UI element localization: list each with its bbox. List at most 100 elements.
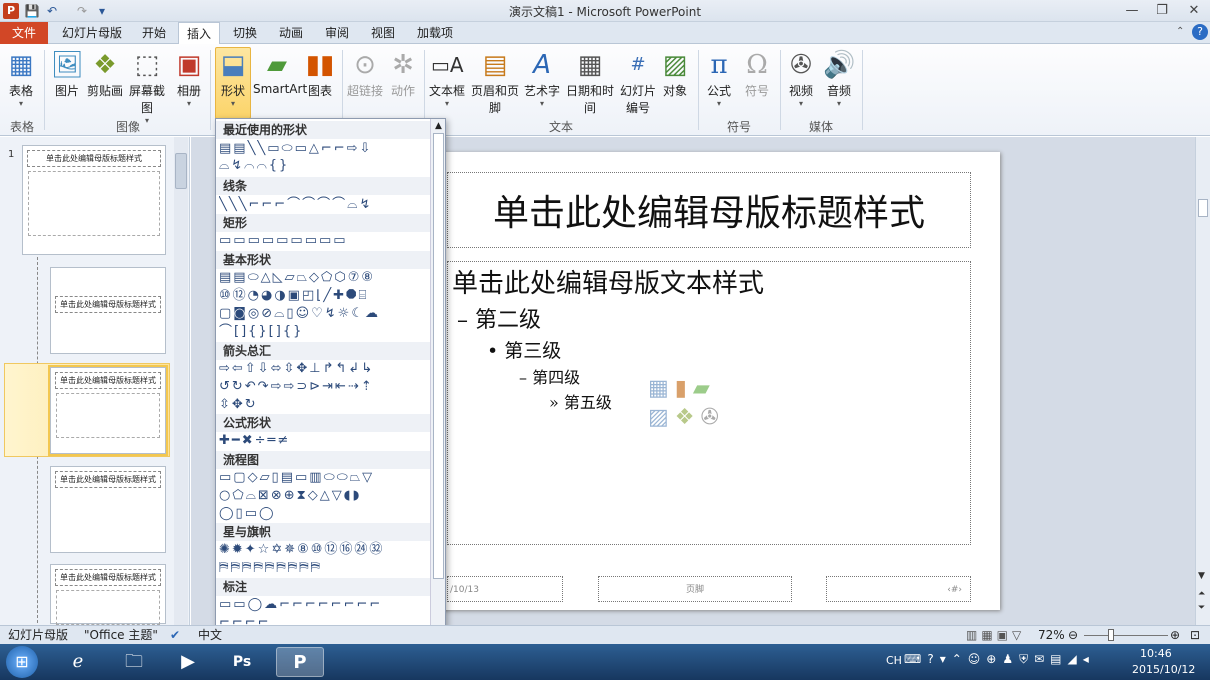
internet-explorer-icon[interactable]: ℯ [58, 647, 98, 677]
fit-to-window-icon[interactable]: ⊡ [1190, 626, 1200, 644]
tab-transitions[interactable]: 切换 [224, 22, 266, 44]
layout-thumbnail[interactable]: 单击此处编辑母版标题样式 [50, 564, 166, 625]
datetime-button[interactable]: ▦ 日期和时间 [562, 48, 618, 115]
tab-view[interactable]: 视图 [362, 22, 404, 44]
equation-shapes-row[interactable]: ✚━✖÷═≠ [219, 432, 431, 450]
flowchart-row[interactable]: ◯▯▭◯ [219, 505, 431, 523]
dropdown-scrollbar[interactable]: ▲ ▼ [430, 119, 445, 631]
basic-shapes-row[interactable]: ⌒[]{}[]{} [219, 323, 431, 341]
textbox-button[interactable]: ▭A 文本框 ▾ [428, 48, 466, 112]
status-language[interactable]: 中文 [198, 626, 222, 644]
wordart-button[interactable]: A 艺术字 ▾ [524, 48, 560, 112]
status-bar: 幻灯片母版 "Office 主题" ✔ 中文 ▥▦▣▽ 72% ⊖ ⊕ ⊡ [0, 625, 1210, 644]
recent-shapes-row[interactable]: ⌓↯⌒⌒{} [219, 157, 431, 175]
section-block-arrows: 箭头总汇 [216, 342, 430, 360]
audio-button[interactable]: 🔊 音频 ▾ [822, 48, 856, 112]
zoom-out-icon[interactable]: ⊖ [1068, 626, 1078, 644]
help-icon[interactable]: ? [1192, 24, 1208, 40]
group-label-image: 图像 [115, 120, 140, 134]
recent-shapes-row[interactable]: ▤▤╲╲▭⬭▭△⌐⌐⇨⇩ [219, 140, 431, 158]
zoom-slider-thumb[interactable] [1108, 629, 1114, 641]
tab-review[interactable]: 审阅 [316, 22, 358, 44]
minimize-button[interactable]: — [1118, 1, 1146, 21]
photo-album-button[interactable]: ▣ 相册 ▾ [172, 48, 206, 112]
start-button-icon[interactable]: ⊞ [6, 646, 38, 678]
tab-home[interactable]: 开始 [132, 22, 176, 44]
lines-row[interactable]: ╲╲╲⌐⌐⌐⌒⌒⌒⌒⌓↯ [219, 196, 431, 214]
chart-button[interactable]: ▮▮ 图表 [303, 48, 337, 112]
banners-row[interactable]: ⛿⛿⛿⛿⛿⛿⛿⛿⛿ [219, 559, 431, 577]
tab-file[interactable]: 文件 [0, 22, 48, 44]
close-button[interactable]: ✕ [1180, 1, 1208, 21]
layout-thumbnail[interactable]: 单击此处编辑母版标题样式 [50, 466, 166, 553]
footer-placeholder[interactable]: 页脚 [598, 576, 792, 602]
master-thumbnail[interactable]: 单击此处编辑母版标题样式 [22, 145, 166, 255]
insert-clipart-icon[interactable]: ❖ [675, 405, 701, 430]
date-placeholder[interactable]: /10/13 [447, 576, 563, 602]
stars-row[interactable]: ✺✹✦☆✡✵⑧⑩⑫⑯㉔㉜ [219, 541, 431, 559]
status-theme-name: "Office 主题" [84, 628, 158, 642]
file-explorer-icon[interactable]: 🗀 [114, 647, 154, 677]
insert-media-icon[interactable]: ✇ [701, 405, 725, 430]
flowchart-row[interactable]: ○⬠⌓⊠⊗⊕⧗◇△▽◖◗ [219, 487, 431, 505]
action-button[interactable]: ✲ 动作 [386, 48, 420, 112]
scroll-down-icon[interactable]: ▼ [1198, 571, 1205, 581]
table-button[interactable]: ▦ 表格 ▾ [4, 48, 38, 112]
layout-thumbnail[interactable]: 单击此处编辑母版标题样式 [50, 267, 166, 354]
shapes-button[interactable]: ⬓ 形状 ▾ [215, 47, 251, 119]
spell-check-icon[interactable]: ✔ [170, 626, 180, 644]
header-footer-button[interactable]: ▤ 页眉和页脚 [468, 48, 522, 115]
tray-icons[interactable]: ⌨?▾⌃☺⊕♟⛨✉▤◢◂ [904, 652, 1095, 667]
slide-number-placeholder[interactable]: ‹#› [826, 576, 971, 602]
powerpoint-taskbar-icon[interactable]: P [276, 647, 324, 677]
thumbnail-scrollbar[interactable] [174, 137, 188, 625]
block-arrows-row[interactable]: ↺↻↶↷⇨⇨⊃⊳⇥⇤⇢⇡ [219, 378, 431, 396]
zoom-in-icon[interactable]: ⊕ [1170, 626, 1180, 644]
basic-shapes-row[interactable]: ▤▤⬭△◺▱⏢◇⬠⬡⑦⑧ [219, 269, 431, 287]
input-method-indicator[interactable]: CH [886, 654, 902, 667]
callouts-row[interactable]: ▭▭◯☁⌐⌐⌐⌐⌐⌐⌐⌐ [219, 596, 431, 614]
basic-shapes-row[interactable]: ⑩⑫◔◕◑▣◰⌊╱✚⯃⌸ [219, 287, 431, 305]
tab-addins[interactable]: 加载项 [410, 22, 460, 44]
insert-chart-icon[interactable]: ▮ [675, 376, 693, 401]
dropdown-scroll-up-icon[interactable]: ▲ [431, 121, 445, 131]
insert-table-icon[interactable]: ▦ [648, 376, 675, 401]
content-placeholder-icons[interactable]: ▦▮▰ ▨❖✇ [648, 374, 742, 434]
rectangles-row[interactable]: ▭▭▭▭▭▭▭▭▭ [219, 232, 431, 250]
object-button[interactable]: ▨ 对象 [658, 48, 692, 112]
tab-slide-master[interactable]: 幻灯片母版 [56, 22, 128, 44]
photoshop-icon[interactable]: Ps [222, 647, 262, 677]
symbol-button[interactable]: Ω 符号 [740, 48, 774, 112]
zoom-level[interactable]: 72% [1038, 626, 1065, 644]
slide-number-button[interactable]: # 幻灯片 编号 [620, 48, 656, 115]
hyperlink-button[interactable]: ⊙ 超链接 [346, 48, 384, 112]
section-recent-shapes: 最近使用的形状 [216, 121, 430, 139]
view-buttons[interactable]: ▥▦▣▽ [966, 626, 1025, 644]
zoom-slider[interactable] [1084, 635, 1168, 636]
picture-button[interactable]: 🖼 图片 [50, 48, 84, 112]
clipart-button[interactable]: ❖ 剪贴画 [86, 48, 124, 112]
block-arrows-row[interactable]: ⇳✥↻ [219, 396, 431, 414]
next-slide-icon[interactable]: ⏷ [1198, 603, 1205, 613]
smartart-button[interactable]: ▰ SmartArt [253, 48, 307, 112]
video-button[interactable]: ✇ 视频 ▾ [784, 48, 818, 112]
insert-smartart-icon[interactable]: ▰ [693, 376, 716, 401]
collapse-ribbon-icon[interactable]: ⌃ [1176, 26, 1184, 37]
scrollbar-thumb[interactable] [1198, 199, 1208, 217]
block-arrows-row[interactable]: ⇨⇦⇧⇩⬄⇳✥⊥↱↰↲↳ [219, 360, 431, 378]
vertical-scrollbar[interactable]: ▼ ⏶ ⏷ [1195, 137, 1210, 625]
tab-insert[interactable]: 插入 [178, 22, 220, 45]
equation-button[interactable]: π 公式 ▾ [702, 48, 736, 112]
layout-thumbnail-selected[interactable]: 单击此处编辑母版标题样式 [48, 365, 168, 456]
media-player-icon[interactable]: ▶ [168, 647, 208, 677]
flowchart-row[interactable]: ▭▢◇▱▯▤▭▥⬭⬭⏢▽ [219, 469, 431, 487]
screenshot-button[interactable]: ⬚ 屏幕截图 ▾ [124, 48, 170, 125]
basic-shapes-row[interactable]: ▢◙◎⊘⌓▯☺♡↯☼☾☁ [219, 305, 431, 323]
body-level-3: • 第三级 [487, 340, 562, 362]
maximize-button[interactable]: ❐ [1148, 1, 1176, 21]
previous-slide-icon[interactable]: ⏶ [1198, 589, 1205, 599]
dropdown-scroll-thumb[interactable] [433, 133, 444, 579]
tab-animations[interactable]: 动画 [270, 22, 312, 44]
clock-date: 2015/10/12 [1132, 663, 1196, 676]
insert-picture-icon[interactable]: ▨ [648, 405, 675, 430]
